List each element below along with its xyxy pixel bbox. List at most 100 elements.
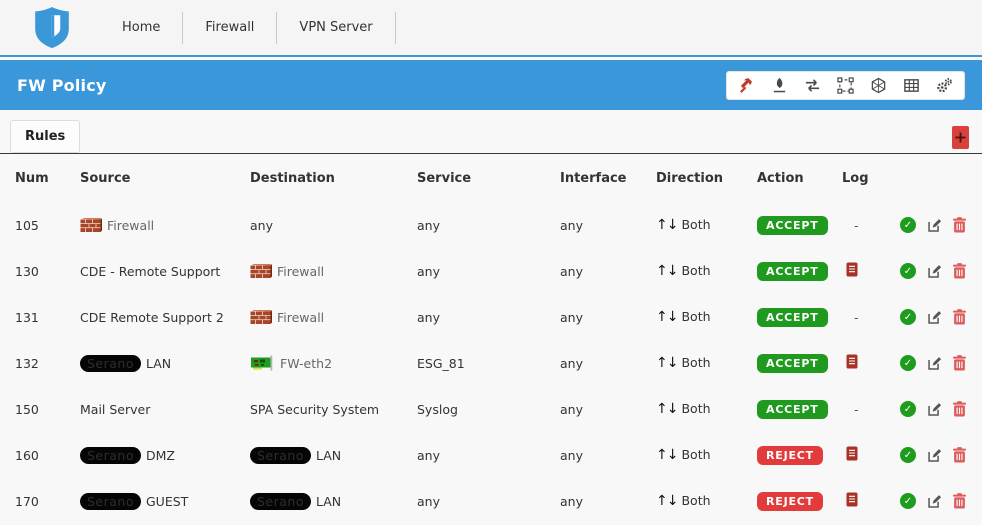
trash-icon[interactable]: [953, 401, 966, 417]
action-badge: ACCEPT: [757, 354, 828, 373]
rule-source: CDE Remote Support 2: [80, 294, 250, 340]
rule-destination: Serano LAN: [250, 432, 417, 478]
col-header-num: Num: [15, 154, 80, 202]
redacted-text: Serano: [250, 447, 311, 464]
edit-icon[interactable]: [927, 310, 942, 325]
log-disabled-dash: -: [846, 310, 859, 325]
entity-label: LAN: [316, 448, 341, 463]
rule-source: SeranoGUEST: [80, 478, 250, 524]
trash-icon[interactable]: [953, 447, 966, 463]
rule-source: SeranoDMZ: [80, 432, 250, 478]
table-row: 105 Firewall any any any ↑↓Both ACCEPT -…: [15, 202, 982, 248]
rule-direction: ↑↓ Both: [656, 432, 757, 478]
action-badge: ACCEPT: [757, 400, 828, 419]
entity-label: any: [250, 218, 273, 233]
trash-icon[interactable]: [953, 263, 966, 279]
hammer-icon[interactable]: [738, 77, 755, 94]
rule-service: ESG_81: [417, 340, 560, 386]
entity-label: LAN: [146, 356, 171, 371]
rule-log: [842, 432, 900, 478]
rule-enabled-icon[interactable]: ✓: [900, 355, 916, 371]
rule-direction: ↑↓Both: [656, 386, 757, 432]
entity-label: GUEST: [146, 494, 188, 509]
rule-enabled-icon[interactable]: ✓: [900, 493, 916, 509]
direction-label: Both: [681, 355, 710, 370]
entity-label: LAN: [316, 494, 341, 509]
log-enabled-icon: [846, 265, 858, 280]
rule-destination: any: [250, 202, 417, 248]
rule-service: any: [417, 478, 560, 524]
redacted-text: Serano: [80, 355, 141, 372]
direction-label: Both: [681, 401, 710, 416]
rule-service: Syslog: [417, 386, 560, 432]
rule-direction: ↑↓Both: [656, 248, 757, 294]
rule-number: 150: [15, 386, 80, 432]
firewall-brick-icon: [80, 218, 102, 233]
pen-icon[interactable]: [771, 77, 788, 94]
rule-log: -: [842, 294, 900, 340]
gears-icon[interactable]: [936, 77, 953, 94]
rule-enabled-icon[interactable]: ✓: [900, 447, 916, 463]
rule-number: 130: [15, 248, 80, 294]
up-down-arrows-icon: ↑↓: [656, 309, 677, 325]
rule-interface: any: [560, 432, 656, 478]
plus-icon: [955, 132, 966, 143]
rule-action: ACCEPT: [757, 202, 842, 248]
rule-enabled-icon[interactable]: ✓: [900, 263, 916, 279]
rule-interface: any: [560, 294, 656, 340]
rule-service: any: [417, 432, 560, 478]
rule-operations: ✓: [900, 432, 982, 478]
tab-rules[interactable]: Rules: [10, 120, 80, 153]
edit-icon[interactable]: [927, 264, 942, 279]
entity-label: Firewall: [107, 218, 154, 233]
rule-enabled-icon[interactable]: ✓: [900, 217, 916, 233]
table-row: 150 Mail Server SPA Security System Sysl…: [15, 386, 982, 432]
edit-icon[interactable]: [927, 356, 942, 371]
rule-enabled-icon[interactable]: ✓: [900, 401, 916, 417]
rule-operations: ✓: [900, 202, 982, 248]
direction-label: Both: [681, 493, 710, 508]
rule-operations: ✓: [900, 294, 982, 340]
nav-item-firewall[interactable]: Firewall: [183, 12, 277, 44]
rule-service: any: [417, 202, 560, 248]
rule-action: ACCEPT: [757, 248, 842, 294]
firewall-brick-icon: [250, 310, 272, 325]
log-disabled-dash: -: [846, 218, 859, 233]
table-row: 160 SeranoDMZ SeranoLAN any any ↑↓Both R…: [15, 432, 982, 478]
edit-icon[interactable]: [927, 494, 942, 509]
trash-icon[interactable]: [953, 217, 966, 233]
entity-label: FW-eth2: [280, 356, 332, 371]
trash-icon[interactable]: [953, 493, 966, 509]
trash-icon[interactable]: [953, 355, 966, 371]
rules-table: NumSourceDestinationServiceInterfaceDire…: [15, 154, 982, 524]
action-badge: ACCEPT: [757, 262, 828, 281]
trash-icon[interactable]: [953, 309, 966, 325]
action-badge: ACCEPT: [757, 308, 828, 327]
page-title: FW Policy: [17, 76, 107, 95]
swap-arrows-icon[interactable]: [804, 77, 821, 94]
add-rule-button[interactable]: [952, 126, 969, 149]
col-header-operations: [900, 154, 982, 202]
shield-logo-icon[interactable]: [34, 7, 70, 49]
rule-operations: ✓: [900, 340, 982, 386]
rule-enabled-icon[interactable]: ✓: [900, 309, 916, 325]
hexagon-icon[interactable]: [870, 77, 887, 94]
edit-icon[interactable]: [927, 402, 942, 417]
nav-item-home[interactable]: Home: [100, 12, 183, 44]
edit-icon[interactable]: [927, 448, 942, 463]
direction-label: Both: [681, 309, 710, 324]
log-enabled-icon: [846, 495, 858, 510]
rule-source: Mail Server: [80, 386, 250, 432]
rule-operations: ✓: [900, 478, 982, 524]
rule-interface: any: [560, 202, 656, 248]
page-header: FW Policy: [0, 60, 982, 110]
rule-destination: Firewall: [250, 294, 417, 340]
direction-label: Both: [681, 447, 710, 462]
col-header-source: Source: [80, 154, 250, 202]
object-group-icon[interactable]: [837, 77, 854, 94]
rule-interface: any: [560, 386, 656, 432]
up-down-arrows-icon: ↑↓: [656, 447, 677, 463]
table-icon[interactable]: [903, 77, 920, 94]
edit-icon[interactable]: [927, 218, 942, 233]
nav-item-vpn-server[interactable]: VPN Server: [277, 12, 395, 44]
